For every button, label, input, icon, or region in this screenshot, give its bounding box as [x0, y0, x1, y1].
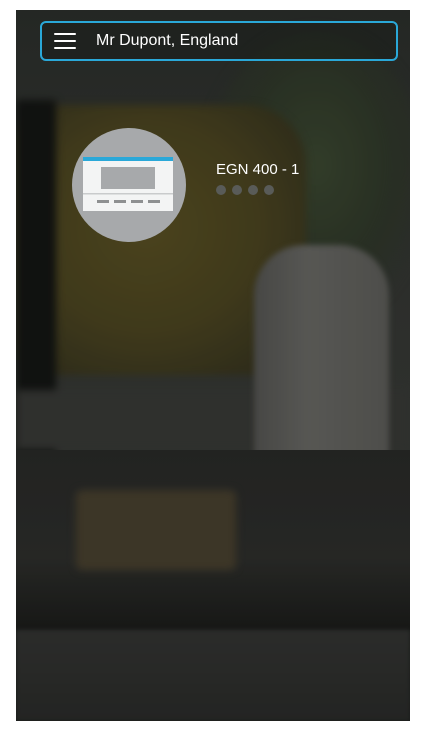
status-dot [216, 185, 226, 195]
status-dot [232, 185, 242, 195]
device-name: EGN 400 - 1 [216, 161, 300, 178]
location-bar[interactable]: Mr Dupont, England [40, 21, 398, 61]
menu-icon[interactable] [54, 33, 76, 49]
device-avatar [72, 128, 186, 242]
location-title: Mr Dupont, England [96, 32, 239, 49]
device-card[interactable]: EGN 400 - 1 [72, 128, 299, 242]
app-screen: Mr Dupont, England EGN 400 - 1 [16, 10, 410, 721]
device-status-dots [216, 185, 299, 195]
background-photo [16, 10, 410, 721]
status-dot [248, 185, 258, 195]
thermostat-device-icon [83, 157, 173, 211]
device-info: EGN 400 - 1 [216, 161, 299, 195]
status-dot [264, 185, 274, 195]
